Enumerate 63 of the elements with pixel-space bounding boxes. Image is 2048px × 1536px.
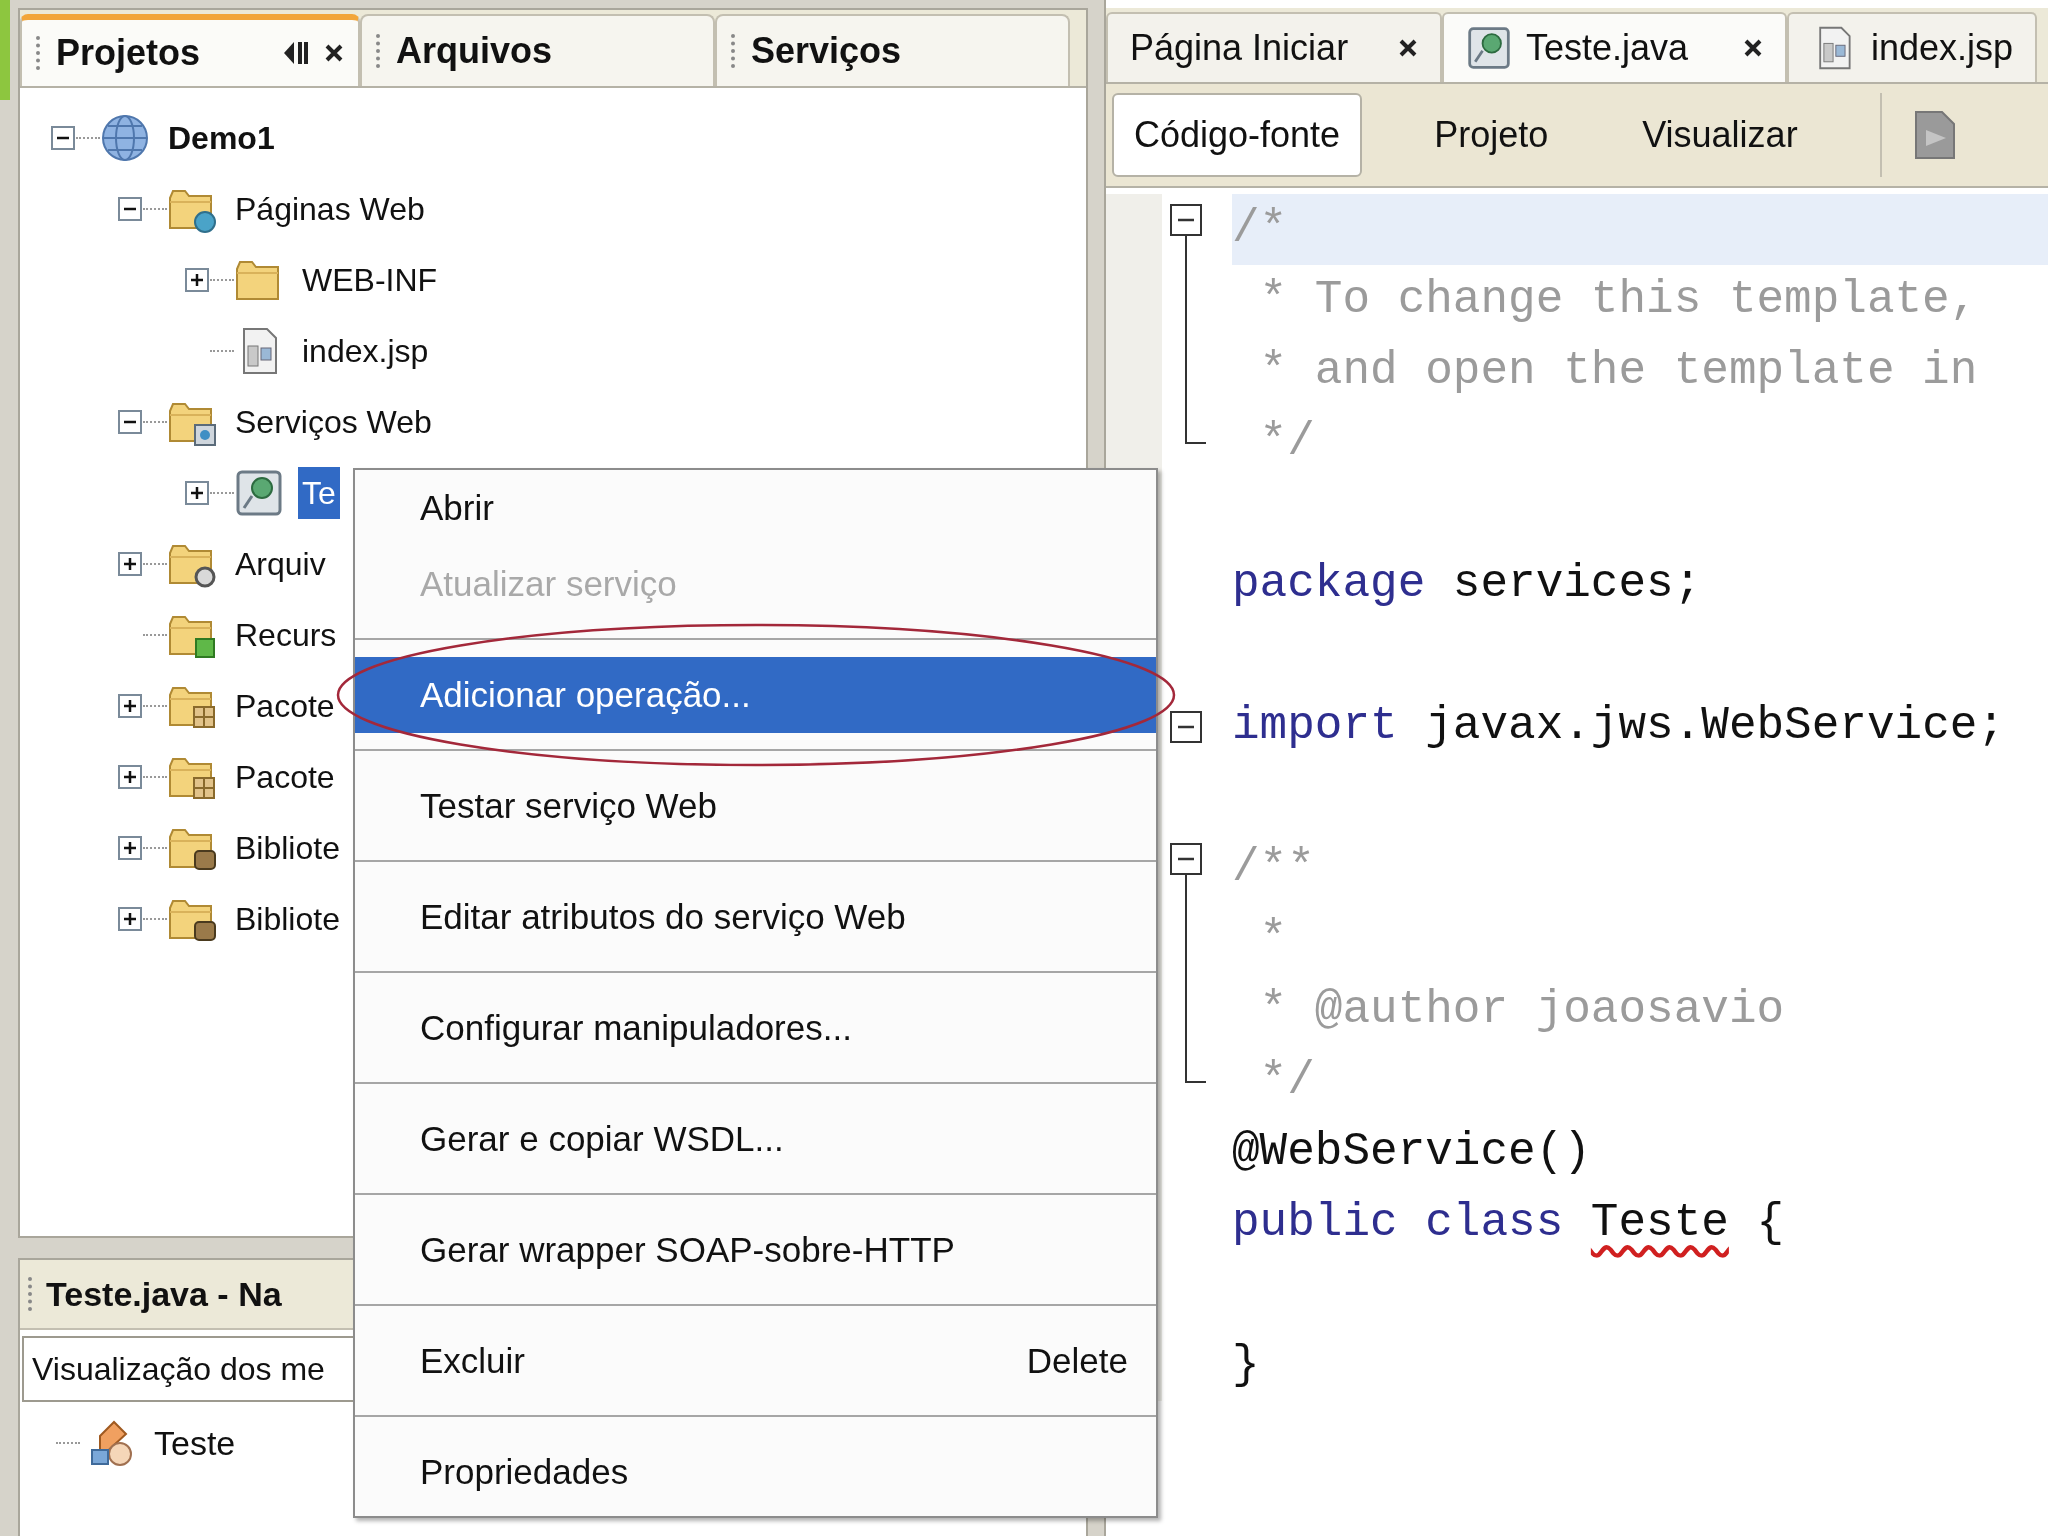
menu-item[interactable]: Gerar e copiar WSDL... [355, 1101, 1156, 1177]
fold-toggle[interactable] [1170, 711, 1202, 743]
code-line: */ [1258, 416, 1315, 468]
code-line: /** [1232, 842, 1315, 894]
panel-title: Teste.java - Na [46, 1273, 282, 1315]
tree-item[interactable]: WEB-INF [298, 253, 442, 306]
code-line: @WebService() [1232, 1126, 1591, 1178]
panel-tab[interactable]: Serviços [715, 14, 1070, 86]
tree-item[interactable]: Bibliote [231, 892, 344, 945]
menu-item[interactable]: Adicionar operação... [355, 657, 1156, 733]
fold-toggle[interactable] [1170, 204, 1202, 236]
tree-item[interactable]: Pacote [231, 679, 339, 732]
expand-toggle[interactable] [118, 693, 142, 718]
editor-tab[interactable]: Teste.java [1442, 12, 1787, 82]
menu-item[interactable]: Editar atributos do serviço Web [355, 879, 1156, 955]
expand-toggle[interactable] [185, 480, 209, 505]
editor-tab[interactable]: Página Iniciar [1106, 12, 1442, 82]
expand-toggle[interactable] [118, 551, 142, 576]
code-line: * @author joaosavio [1258, 984, 1785, 1036]
close-icon[interactable] [324, 43, 344, 63]
menu-item[interactable]: Testar serviço Web [355, 768, 1156, 844]
view-tab[interactable]: Projeto [1412, 93, 1571, 177]
code-line: import javax.jws.WebService; [1232, 700, 2005, 752]
expand-toggle[interactable] [118, 409, 142, 434]
code-line: /* [1232, 203, 1288, 255]
menu-item[interactable]: Configurar manipuladores... [355, 990, 1156, 1066]
globe-window-icon [1466, 25, 1512, 71]
expand-toggle[interactable] [185, 267, 209, 292]
menu-item[interactable]: Propriedades [355, 1434, 1156, 1510]
tree-item[interactable]: Páginas Web [231, 182, 429, 235]
tree-item[interactable]: Serviços Web [231, 395, 436, 448]
expand-toggle[interactable] [51, 125, 75, 150]
code-line: * To change this template, [1258, 274, 1978, 326]
menu-item[interactable]: Excluir Delete [355, 1323, 1156, 1399]
close-icon[interactable] [1398, 38, 1418, 58]
close-icon[interactable] [1743, 38, 1763, 58]
expand-toggle[interactable] [118, 764, 142, 789]
tree-item[interactable]: Teste [150, 1415, 240, 1471]
code-line: public class Teste { [1232, 1197, 1785, 1249]
tree-item[interactable]: Pacote [231, 750, 339, 803]
fold-toggle[interactable] [1170, 843, 1202, 875]
expand-toggle[interactable] [118, 835, 142, 860]
editor-tab[interactable]: index.jsp [1787, 12, 2038, 82]
tree-item[interactable]: Recurs [231, 608, 341, 661]
tree-item[interactable]: Arquiv [231, 537, 330, 590]
expand-toggle[interactable] [118, 196, 142, 221]
tree-item[interactable]: index.jsp [298, 324, 433, 377]
menu-item[interactable]: Gerar wrapper SOAP-sobre-HTTP [355, 1212, 1156, 1288]
view-tab[interactable]: Visualizar [1620, 93, 1820, 177]
code-line: */ [1258, 1055, 1315, 1107]
code-line: * and open the template in [1258, 345, 1978, 397]
tree-item[interactable]: Bibliote [231, 821, 344, 874]
tree-item[interactable]: Te [298, 466, 340, 519]
panel-tab[interactable]: Projetos [20, 14, 360, 86]
tree-item[interactable]: Demo1 [164, 111, 279, 164]
globe-icon [100, 112, 150, 163]
code-line: package services; [1232, 558, 1702, 610]
menu-item[interactable]: Abrir [355, 470, 1156, 546]
expand-toggle[interactable] [118, 906, 142, 931]
code-line: * [1258, 913, 1288, 965]
code-line: } [1232, 1339, 1260, 1391]
panel-tab[interactable]: Arquivos [360, 14, 715, 86]
view-tab[interactable]: Código-fonte [1112, 93, 1363, 177]
